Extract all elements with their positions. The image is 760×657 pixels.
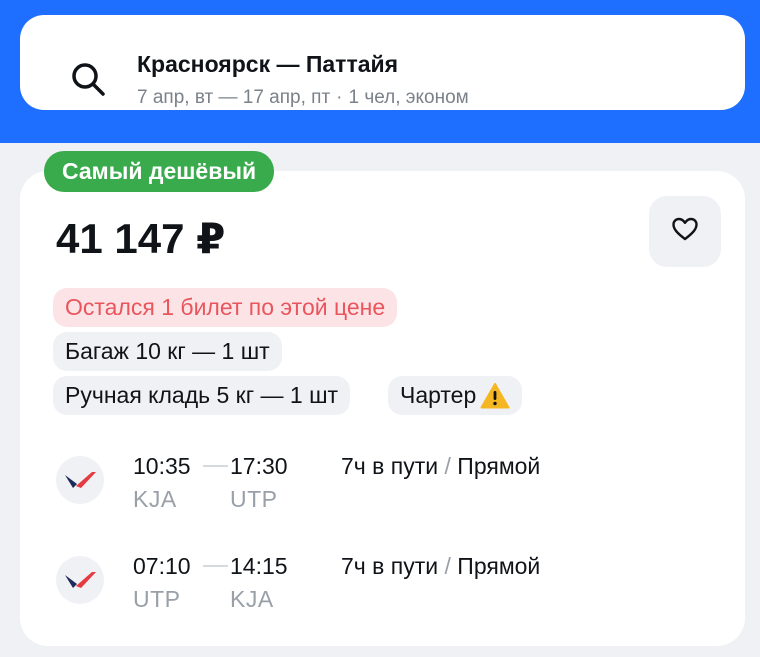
departure-time: 10:35 — [133, 453, 191, 479]
time-dash — [203, 565, 228, 567]
trip-passengers: 1 чел, эконом — [348, 87, 469, 108]
flight-duration: 7ч в пути / Прямой — [341, 552, 540, 580]
charter-label: Чартер — [400, 382, 477, 408]
airline-logo-icon — [56, 456, 104, 504]
flight-segment-outbound[interactable]: 10:35 17:30 KJA UTP 7ч в пути / Прямой — [56, 445, 696, 515]
flight-segment-return[interactable]: 07:10 14:15 UTP KJA 7ч в пути / Прямой — [56, 545, 696, 615]
ticket-price: 41 147 ₽ — [56, 215, 226, 262]
flight-type: Прямой — [457, 453, 541, 479]
flight-duration: 7ч в пути / Прямой — [341, 452, 540, 480]
heart-icon — [671, 216, 699, 247]
duration-text: 7ч в пути — [341, 553, 439, 579]
arrival-airport: KJA — [230, 586, 274, 612]
trip-dates: 7 апр, вт — 17 апр, пт — [137, 87, 331, 108]
departure-airport: KJA — [133, 486, 177, 512]
hand-luggage-tag: Ручная кладь 5 кг — 1 шт — [53, 376, 351, 415]
trip-details: 7 апр, вт — 17 апр, пт · 1 чел, эконом — [137, 86, 469, 110]
arrival-airport: UTP — [230, 486, 278, 512]
duration-separator: / — [444, 553, 451, 579]
departure-airport: UTP — [133, 586, 181, 612]
search-icon[interactable] — [70, 61, 108, 99]
airline-logo-icon — [56, 556, 104, 604]
flight-type: Прямой — [457, 553, 541, 579]
warning-icon — [480, 382, 510, 410]
duration-separator: / — [444, 453, 451, 479]
favorite-button[interactable] — [649, 196, 721, 267]
cheapest-badge: Самый дешёвый — [44, 151, 275, 192]
duration-text: 7ч в пути — [341, 453, 439, 479]
baggage-tag: Багаж 10 кг — 1 шт — [53, 332, 282, 371]
arrival-time: 17:30 — [230, 453, 288, 479]
time-dash — [203, 465, 228, 467]
search-summary-card[interactable]: Красноярск — Паттайя 7 апр, вт — 17 апр,… — [20, 15, 745, 110]
route-title: Красноярск — Паттайя — [137, 51, 399, 77]
search-summary-text: Красноярск — Паттайя 7 апр, вт — 17 апр,… — [137, 50, 469, 110]
separator-dot: · — [336, 87, 343, 108]
arrival-time: 14:15 — [230, 553, 288, 579]
charter-tag[interactable]: Чартер — [388, 376, 523, 415]
departure-time: 07:10 — [133, 553, 191, 579]
last-ticket-tag: Остался 1 билет по этой цене — [53, 288, 398, 327]
